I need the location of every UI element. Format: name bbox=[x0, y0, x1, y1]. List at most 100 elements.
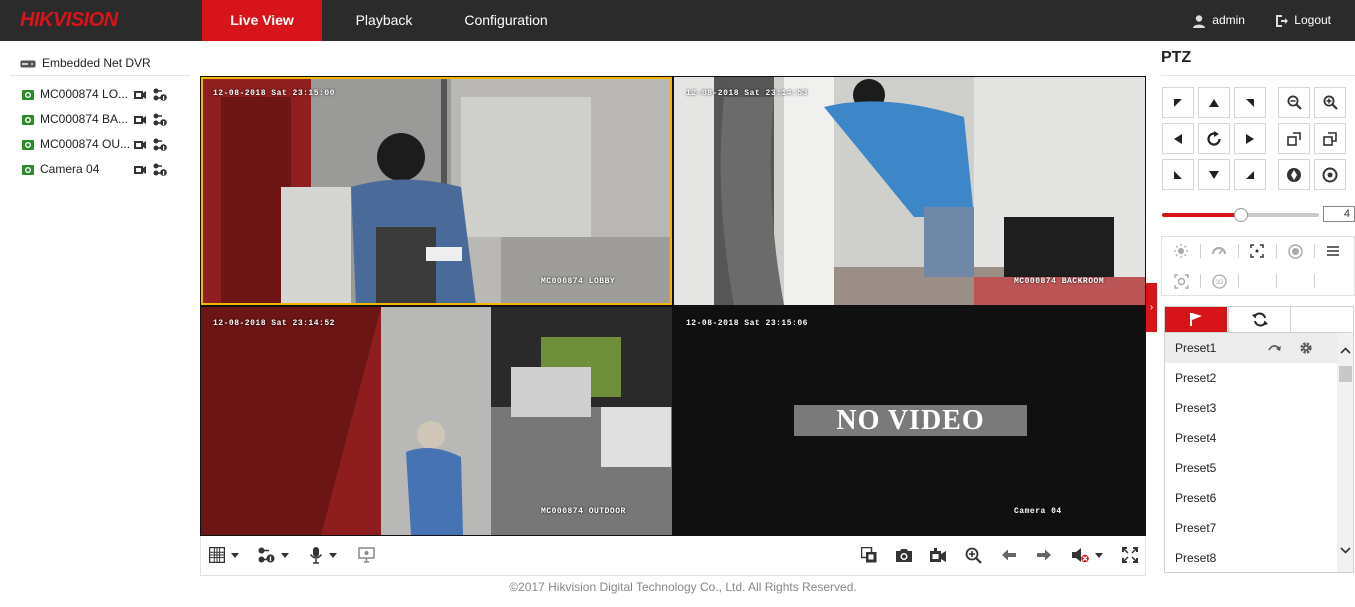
zoom-in-icon bbox=[1323, 95, 1338, 110]
stream-type-icon[interactable] bbox=[153, 88, 167, 101]
gear-icon[interactable] bbox=[1299, 341, 1313, 355]
user-area: admin Logout bbox=[1192, 0, 1331, 41]
tab-playback[interactable]: Playback bbox=[334, 0, 434, 41]
collapse-panel-toggle[interactable]: › bbox=[1146, 283, 1157, 332]
aux-focus-icon bbox=[1250, 244, 1264, 258]
preset-item[interactable]: Preset8 bbox=[1165, 543, 1337, 572]
video-tile-4[interactable]: 12-08-2018 Sat 23:15:06 NO VIDEO Camera … bbox=[674, 307, 1145, 535]
preset-item[interactable]: Preset3 bbox=[1165, 393, 1337, 423]
ptz-down-button[interactable] bbox=[1198, 159, 1230, 190]
lens-initialization-button[interactable] bbox=[1276, 237, 1314, 265]
zoom-out-button[interactable] bbox=[1278, 87, 1310, 118]
preset-item[interactable]: Preset5 bbox=[1165, 453, 1337, 483]
scrollbar-thumb[interactable] bbox=[1339, 366, 1352, 382]
camera-icon bbox=[22, 139, 34, 150]
previous-page-button[interactable] bbox=[1001, 545, 1017, 565]
tab-preset[interactable] bbox=[1165, 307, 1227, 332]
device-name: Embedded Net DVR bbox=[42, 56, 151, 70]
ptz-up-button[interactable] bbox=[1198, 87, 1230, 118]
volume-button[interactable] bbox=[1071, 545, 1103, 565]
preset-list: Preset1 Preset2 Preset3 Preset4 Preset5 … bbox=[1164, 332, 1354, 573]
device-node[interactable]: Embedded Net DVR bbox=[10, 50, 190, 76]
username: admin bbox=[1212, 13, 1245, 28]
camera-item-1[interactable]: MC000874 LO... bbox=[10, 82, 190, 107]
more-options-button[interactable] bbox=[1314, 237, 1352, 265]
digital-zoom-button[interactable] bbox=[965, 545, 982, 565]
ptz-up-right-button[interactable] bbox=[1234, 87, 1266, 118]
focus-near-button[interactable] bbox=[1278, 123, 1310, 154]
speed-slider[interactable] bbox=[1162, 208, 1319, 222]
camera-item-2[interactable]: MC000874 BA... bbox=[10, 107, 190, 132]
logout-button[interactable]: Logout bbox=[1274, 0, 1331, 41]
audio-talk-button[interactable] bbox=[309, 545, 337, 565]
call-preset-icon[interactable] bbox=[1268, 342, 1282, 354]
speed-slider-handle[interactable] bbox=[1234, 208, 1248, 222]
camera-feed-image bbox=[201, 307, 672, 535]
chevron-up-icon[interactable] bbox=[1340, 347, 1351, 354]
ptz-up-left-button[interactable] bbox=[1162, 87, 1194, 118]
ptz-down-right-button[interactable] bbox=[1234, 159, 1266, 190]
speed-value-field[interactable]: 4 bbox=[1323, 206, 1355, 222]
fullscreen-button[interactable] bbox=[1122, 545, 1138, 565]
ptz-down-left-button[interactable] bbox=[1162, 159, 1194, 190]
record-icon[interactable] bbox=[133, 113, 147, 126]
chevron-down-icon bbox=[231, 552, 239, 558]
preset-item[interactable]: Preset2 bbox=[1165, 363, 1337, 393]
preset-item[interactable]: Preset1 bbox=[1165, 333, 1337, 363]
stream-type-icon[interactable] bbox=[153, 113, 167, 126]
video-tile-1[interactable]: 12-08-2018 Sat 23:15:00 MC000874 LOBBY bbox=[201, 77, 672, 305]
3d-positioning-button[interactable]: 3D bbox=[1200, 267, 1238, 295]
wiper-button[interactable] bbox=[1200, 237, 1238, 265]
next-page-button[interactable] bbox=[1036, 545, 1052, 565]
light-button[interactable] bbox=[1162, 237, 1200, 265]
manual-tracking-button[interactable] bbox=[1162, 267, 1200, 295]
focus-far-icon bbox=[1323, 131, 1337, 146]
iris-open-button[interactable] bbox=[1278, 159, 1310, 190]
ptz-left-button[interactable] bbox=[1162, 123, 1194, 154]
capture-button[interactable] bbox=[895, 545, 913, 565]
preset-item[interactable]: Preset6 bbox=[1165, 483, 1337, 513]
camera-item-4[interactable]: Camera 04 bbox=[10, 157, 190, 182]
stream-type-button[interactable] bbox=[258, 545, 289, 565]
stream-type-icon[interactable] bbox=[153, 138, 167, 151]
chevron-down-icon bbox=[281, 552, 289, 558]
tab-patrol[interactable] bbox=[1228, 307, 1291, 332]
video-tile-2[interactable]: 12-08-2018 Sat 23:14:53 MC000874 BACKROO… bbox=[674, 77, 1145, 305]
window-layout-button[interactable] bbox=[209, 545, 239, 565]
preset-item[interactable]: Preset4 bbox=[1165, 423, 1337, 453]
auxiliary-focus-button[interactable] bbox=[1238, 237, 1276, 265]
camera-item-3[interactable]: MC000874 OU... bbox=[10, 132, 190, 157]
arrow-left-icon bbox=[1174, 133, 1182, 144]
stream-type-icon[interactable] bbox=[153, 163, 167, 176]
record-all-button[interactable] bbox=[929, 545, 947, 565]
record-icon[interactable] bbox=[133, 138, 147, 151]
tab-configuration[interactable]: Configuration bbox=[450, 0, 562, 41]
ptz-right-button[interactable] bbox=[1234, 123, 1266, 154]
record-icon[interactable] bbox=[133, 163, 147, 176]
preset-scrollbar[interactable] bbox=[1337, 333, 1353, 572]
zoom-in-button[interactable] bbox=[1314, 87, 1346, 118]
chevron-down-icon[interactable] bbox=[1340, 547, 1351, 554]
camera-label: Camera 04 bbox=[40, 162, 100, 177]
svg-text:3D: 3D bbox=[1215, 280, 1223, 286]
auto-rotate-icon bbox=[1207, 130, 1221, 146]
tab-live-view[interactable]: Live View bbox=[202, 0, 322, 41]
iris-close-button[interactable] bbox=[1314, 159, 1346, 190]
ptz-auto-button[interactable] bbox=[1198, 123, 1230, 154]
preset-label: Preset6 bbox=[1175, 491, 1217, 505]
tab-pattern[interactable] bbox=[1292, 307, 1353, 332]
osd-camera-name: MC000874 OUTDOOR bbox=[541, 507, 626, 516]
video-grid: 12-08-2018 Sat 23:15:00 MC000874 LOBBY 1… bbox=[200, 76, 1146, 536]
video-tile-3[interactable]: 12-08-2018 Sat 23:14:52 MC000874 OUTDOOR bbox=[201, 307, 672, 535]
record-icon[interactable] bbox=[133, 88, 147, 101]
camera-icon bbox=[22, 89, 34, 100]
preset-item[interactable]: Preset7 bbox=[1165, 513, 1337, 543]
preset-label: Preset1 bbox=[1175, 341, 1217, 355]
camera-icon bbox=[22, 114, 34, 125]
user-menu[interactable]: admin bbox=[1192, 0, 1245, 41]
stop-all-button[interactable] bbox=[861, 545, 877, 565]
e-zoom-button[interactable] bbox=[358, 545, 375, 565]
screen-capture-icon bbox=[358, 547, 375, 563]
camera-label: MC000874 BA... bbox=[40, 112, 129, 127]
focus-far-button[interactable] bbox=[1314, 123, 1346, 154]
